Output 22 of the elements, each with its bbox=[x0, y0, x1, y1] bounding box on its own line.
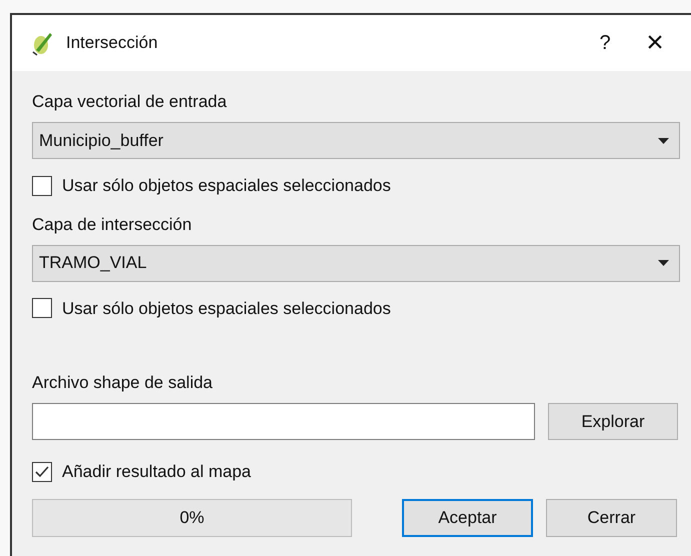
file-path-field[interactable] bbox=[32, 403, 535, 440]
checkbox[interactable] bbox=[32, 298, 52, 318]
dropdown[interactable]: TRAMO_VIAL bbox=[32, 244, 680, 282]
checkbox-label: Añadir resultado al mapa bbox=[62, 461, 252, 483]
dialog-button[interactable]: Aceptar bbox=[402, 498, 533, 536]
window-title: Intersección bbox=[66, 32, 158, 54]
checkbox-label: Usar sólo objetos espaciales seleccionados bbox=[62, 298, 391, 320]
caret-icon bbox=[658, 260, 669, 266]
dialog-button[interactable]: Cerrar bbox=[546, 498, 677, 536]
close-button[interactable]: × bbox=[625, 28, 685, 58]
help-button[interactable]: ? bbox=[585, 28, 625, 58]
app-logo-icon bbox=[30, 30, 54, 56]
field-label: Archivo shape de salida bbox=[32, 372, 214, 394]
checkbox[interactable] bbox=[32, 462, 52, 482]
dropdown[interactable]: Municipio_buffer bbox=[32, 122, 680, 159]
field-label: Capa vectorial de entrada bbox=[32, 91, 228, 113]
browse-button[interactable]: Explorar bbox=[548, 403, 678, 440]
caret-icon bbox=[658, 138, 669, 144]
checkbox[interactable] bbox=[32, 176, 52, 196]
check-icon bbox=[34, 464, 50, 480]
checkbox-label: Usar sólo objetos espaciales seleccionados bbox=[62, 175, 391, 197]
field-label: Capa de intersección bbox=[32, 214, 193, 236]
